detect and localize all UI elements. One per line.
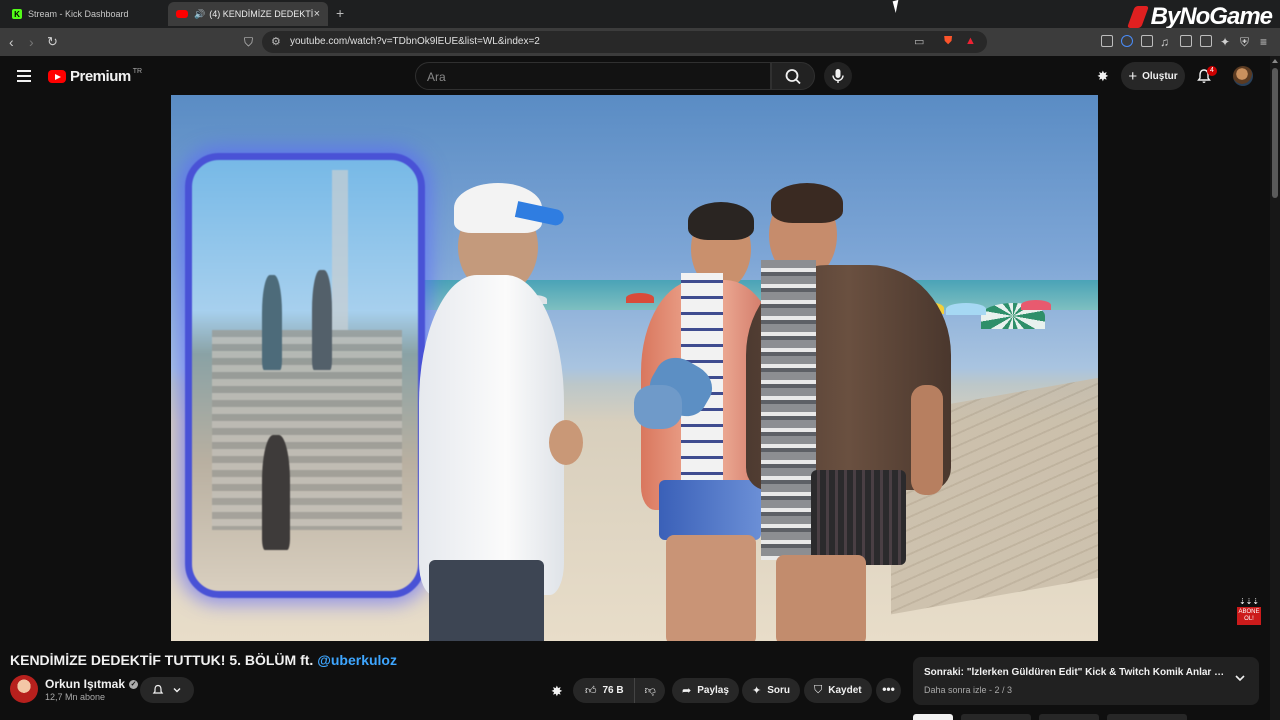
chip[interactable] (913, 714, 953, 720)
speaker-icon: 🔊 (194, 8, 206, 19)
beach-umbrella (626, 293, 654, 303)
video-person-legs (776, 555, 866, 641)
video-person-hair (771, 183, 843, 223)
mention-link[interactable]: @uberkuloz (317, 652, 397, 668)
ask-ai-icon[interactable]: ✸ (551, 683, 563, 700)
video-player[interactable] (171, 95, 1098, 641)
channel-name[interactable]: Orkun Işıtmak ✓ (45, 677, 139, 691)
extension-icon[interactable] (1121, 35, 1133, 47)
browser-toolbar: ‹ › ↻ ⛉ ⚙ youtube.com/watch?v=TDbnOk9lEU… (0, 28, 1280, 56)
video-person-tattooed-arm (911, 385, 943, 495)
save-button[interactable]: ⛉ Kaydet (804, 678, 872, 703)
address-bar[interactable]: ⚙ youtube.com/watch?v=TDbnOk9lEUE&list=W… (262, 31, 987, 53)
create-button[interactable]: + Oluştur (1121, 62, 1185, 90)
video-inset-phone-frame (185, 153, 425, 598)
music-icon[interactable]: ♫ (1160, 34, 1169, 50)
video-slippers (634, 385, 682, 429)
new-tab-button[interactable]: + (336, 5, 344, 21)
subscription-notifications-button[interactable] (140, 677, 194, 703)
reload-icon[interactable]: ↻ (47, 34, 58, 50)
video-person-hand (549, 420, 583, 465)
microphone-icon (832, 69, 844, 83)
ask-ai-icon[interactable]: ✸ (1097, 68, 1109, 85)
menu-icon[interactable]: ≡ (1260, 34, 1267, 50)
vpn-icon[interactable]: ⛨ (1240, 34, 1249, 50)
chip[interactable] (1039, 714, 1099, 720)
scroll-up-arrow-icon[interactable] (1272, 59, 1278, 63)
back-icon[interactable]: ‹ (9, 34, 14, 50)
leo-ai-icon[interactable]: ✦ (1220, 34, 1230, 50)
youtube-play-icon (48, 70, 66, 83)
dislike-button[interactable]: 👎︎ (635, 684, 662, 697)
video-person-white-shirt (419, 275, 564, 595)
tab-label: Stream - Kick Dashboard (28, 9, 129, 19)
bookmark-icon: ⛉ (814, 684, 823, 696)
voice-search-button[interactable] (824, 62, 852, 90)
bynogame-watermark-logo: ByNoGame (1126, 3, 1273, 31)
video-title: KENDİMİZE DEDEKTİF TUTTUK! 5. BÖLÜM ft. … (10, 652, 397, 668)
up-next-title: Sonraki: "İzlerken Güldüren Edit" Kick &… (924, 667, 1229, 678)
thumbs-down-icon: 👎︎ (644, 685, 656, 697)
up-next-card[interactable]: Sonraki: "İzlerken Güldüren Edit" Kick &… (913, 657, 1259, 705)
chip[interactable] (961, 714, 1031, 720)
site-info-icon[interactable]: ⚙ (271, 35, 281, 48)
forward-icon[interactable]: › (29, 34, 34, 50)
search-input[interactable]: Ara (415, 62, 771, 90)
video-person-patterned-shorts (811, 470, 906, 565)
page-scrollbar[interactable] (1270, 56, 1280, 720)
guide-menu-icon[interactable] (17, 70, 31, 82)
video-person-swim-shorts (659, 480, 761, 540)
thumbs-up-icon: 👍︎ (585, 685, 597, 697)
more-actions-button[interactable]: ••• (876, 678, 901, 703)
url-text: youtube.com/watch?v=TDbnOk9lEUE&list=WL&… (290, 36, 540, 47)
brave-rewards-icon[interactable]: ▲ (965, 35, 976, 47)
verified-badge-icon: ✓ (129, 679, 139, 689)
share-arrow-icon: ➦ (682, 685, 692, 697)
cast-icon[interactable]: ▭ (914, 35, 924, 48)
bell-icon (152, 684, 164, 694)
close-tab-icon[interactable]: × (314, 8, 320, 20)
beach-umbrella (1021, 300, 1051, 310)
sparkle-icon: ✦ (752, 685, 762, 697)
sidebar-icon[interactable] (1180, 35, 1192, 47)
youtube-premium-logo[interactable]: Premium TR (48, 68, 142, 85)
extension-icon[interactable] (1101, 35, 1113, 47)
account-avatar[interactable] (1233, 66, 1253, 86)
search-button[interactable] (771, 62, 815, 90)
channel-avatar[interactable] (10, 675, 38, 703)
like-dislike-group: 👍︎ 76 B 👎︎ (573, 678, 665, 703)
youtube-masthead: Premium TR Ara ✸ + Oluştur 4 (0, 56, 1270, 96)
ask-button[interactable]: ✦ Soru (742, 678, 800, 703)
subscribe-overlay-icon[interactable]: ⇣⇣⇣ ABONE OL! (1237, 598, 1261, 625)
beach-umbrella (946, 303, 986, 315)
youtube-icon (176, 10, 188, 18)
tab-label: (4) KENDİMİZE DEDEKTİF TUT (209, 9, 314, 19)
chevron-down-icon (173, 688, 181, 693)
kick-icon: K (12, 9, 22, 19)
video-person-shorts (429, 560, 544, 641)
video-grey-towel (761, 260, 816, 560)
browser-tab-bar: K Stream - Kick Dashboard 🔊 (4) KENDİMİZ… (0, 0, 1280, 31)
search-icon (785, 69, 801, 85)
subscriber-count: 12,7 Mn abone (45, 692, 106, 702)
video-person-legs (666, 535, 756, 641)
bookmark-icon[interactable]: ⛉ (244, 34, 253, 50)
brave-shield-icon[interactable]: ⛊ (944, 35, 952, 48)
like-button[interactable]: 👍︎ 76 B (573, 678, 635, 703)
wallet-icon[interactable] (1200, 35, 1212, 47)
share-button[interactable]: ➦ Paylaş (672, 678, 739, 703)
chip[interactable] (1107, 714, 1187, 720)
tab-kick-dashboard[interactable]: K Stream - Kick Dashboard (4, 2, 164, 26)
plus-icon: + (1128, 67, 1138, 85)
puzzle-extensions-icon[interactable] (1141, 35, 1153, 47)
chevron-down-icon[interactable] (1233, 671, 1247, 685)
video-person-hair (688, 202, 754, 240)
related-chips-strip (913, 714, 1259, 720)
scrollbar-thumb[interactable] (1272, 68, 1278, 198)
up-next-playlist-info: Daha sonra izle - 2 / 3 (924, 685, 1013, 695)
notification-count-badge: 4 (1207, 66, 1217, 76)
tab-youtube-video[interactable]: 🔊 (4) KENDİMİZE DEDEKTİF TUT × (168, 2, 328, 26)
